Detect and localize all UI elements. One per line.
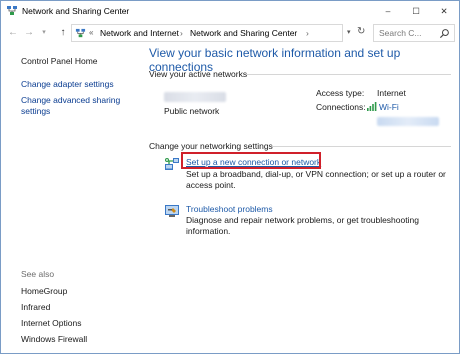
address-field[interactable]: « Network and Internet › Network and Sha… (71, 24, 343, 42)
homegroup-link[interactable]: HomeGroup (21, 286, 67, 296)
left-pane: Control Panel Home Change adapter settin… (1, 45, 141, 353)
active-networks-heading: View your active networks (149, 69, 248, 79)
troubleshoot-description: Diagnose and repair network problems, or… (186, 215, 419, 236)
search-input[interactable]: Search C... (373, 24, 455, 42)
breadcrumb-sharing-center[interactable]: Network and Sharing Center (190, 28, 297, 38)
search-icon[interactable] (439, 28, 450, 39)
breadcrumb-separator[interactable]: › (180, 28, 183, 38)
highlight-box (181, 152, 321, 169)
forward-button[interactable]: → (23, 27, 35, 39)
setup-connection-description: Set up a broadband, dial-up, or VPN conn… (186, 169, 446, 190)
internet-options-link[interactable]: Internet Options (21, 318, 81, 328)
breadcrumb-network-internet[interactable]: Network and Internet (100, 28, 179, 38)
wifi-signal-icon (367, 102, 377, 111)
window: Network and Sharing Center – ☐ ✕ ← → ▾ ↑… (0, 0, 460, 354)
refresh-button[interactable]: ↻ (357, 26, 365, 37)
section-divider (246, 74, 451, 75)
access-type-value: Internet (377, 88, 406, 98)
troubleshoot-problems-link[interactable]: Troubleshoot problems (186, 204, 273, 214)
address-bar: ← → ▾ ↑ « Network and Internet › Network… (1, 21, 459, 45)
troubleshoot-icon (165, 205, 179, 217)
chevron-left-icon[interactable]: « (89, 28, 93, 37)
breadcrumb-separator[interactable]: › (306, 28, 309, 38)
search-placeholder: Search C... (379, 28, 422, 38)
change-adapter-settings-link[interactable]: Change adapter settings (21, 79, 114, 90)
close-button[interactable]: ✕ (431, 1, 457, 21)
connections-label: Connections: (316, 102, 366, 112)
change-advanced-sharing-link[interactable]: Change advanced sharing settings (21, 95, 131, 117)
minimize-button[interactable]: – (375, 1, 401, 21)
section-divider (272, 146, 451, 147)
access-type-label: Access type: (316, 88, 365, 98)
network-type: Public network (164, 106, 220, 116)
network-center-icon (7, 6, 17, 15)
new-connection-icon (165, 158, 179, 170)
control-panel-home-link[interactable]: Control Panel Home (21, 56, 98, 67)
windows-firewall-link[interactable]: Windows Firewall (21, 334, 87, 344)
network-name-redacted (164, 92, 226, 102)
connection-wifi-link[interactable]: Wi-Fi (379, 102, 399, 112)
up-button[interactable]: ↑ (57, 27, 69, 39)
title-bar: Network and Sharing Center – ☐ ✕ (1, 1, 459, 21)
window-title: Network and Sharing Center (22, 6, 130, 16)
see-also-label: See also (21, 269, 55, 279)
maximize-button[interactable]: ☐ (403, 1, 429, 21)
network-center-icon (75, 28, 86, 38)
back-button[interactable]: ← (7, 27, 19, 39)
address-dropdown-button[interactable]: ▾ (347, 28, 351, 36)
recent-locations-button[interactable]: ▾ (38, 27, 50, 39)
wifi-ssid-redacted[interactable] (377, 117, 439, 126)
infrared-link[interactable]: Infrared (21, 302, 50, 312)
change-settings-heading: Change your networking settings (149, 141, 273, 151)
